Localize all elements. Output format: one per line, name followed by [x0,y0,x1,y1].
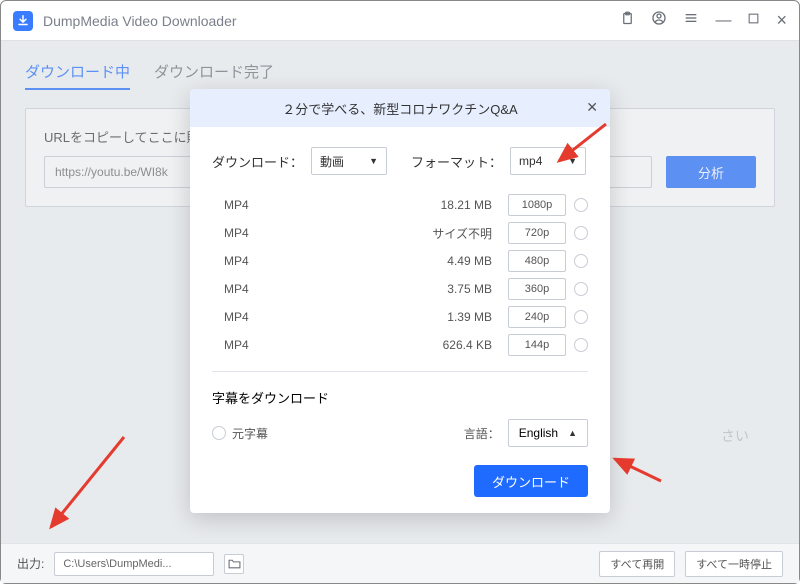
language-label: 言語： [464,425,500,442]
format-select[interactable]: mp4 ▼ [510,147,586,175]
format-radio[interactable] [574,226,588,240]
subtitle-section-title: 字幕をダウンロード [212,388,588,407]
minimize-icon[interactable]: — [715,12,731,30]
format-resolution: 144p [508,334,566,356]
download-type-select[interactable]: 動画 ▼ [311,147,387,175]
format-resolution: 1080p [508,194,566,216]
modal-header: ２分で学べる、新型コロナワクチンQ&A ✕ [190,89,610,127]
format-name: MP4 [212,282,302,296]
download-type-value: 動画 [320,153,344,170]
language-value: English [519,426,558,440]
language-select[interactable]: English ▲ [508,419,588,447]
format-size: 18.21 MB [302,198,508,212]
format-radio[interactable] [574,338,588,352]
pause-all-button[interactable]: すべて一時停止 [685,551,783,577]
resume-all-button[interactable]: すべて再開 [599,551,675,577]
format-resolution: 720p [508,222,566,244]
format-size: 626.4 KB [302,338,508,352]
format-name: MP4 [212,310,302,324]
format-radio[interactable] [574,282,588,296]
format-size: 1.39 MB [302,310,508,324]
subtitle-original-radio[interactable] [212,426,226,440]
format-radio[interactable] [574,310,588,324]
subtitle-original-label: 元字幕 [232,425,268,442]
output-path[interactable]: C:\Users\DumpMedi... [54,552,214,576]
format-size: 4.49 MB [302,254,508,268]
format-value: mp4 [519,154,542,168]
menu-icon[interactable] [683,10,699,31]
format-label: フォーマット： [411,152,502,171]
account-icon[interactable] [651,10,667,31]
titlebar: DumpMedia Video Downloader — × [1,1,799,41]
modal-title: ２分で学べる、新型コロナワクチンQ&A [282,99,517,118]
format-name: MP4 [212,338,302,352]
app-logo-icon [13,11,33,31]
chevron-down-icon: ▼ [568,156,577,166]
maximize-icon[interactable] [747,12,760,30]
format-size: サイズ不明 [302,225,508,242]
modal-overlay: ２分で学べる、新型コロナワクチンQ&A ✕ ダウンロード： 動画 ▼ フォーマッ… [1,41,799,543]
format-radio[interactable] [574,198,588,212]
format-resolution: 240p [508,306,566,328]
format-row: MP4 4.49 MB 480p [212,247,588,275]
folder-icon[interactable] [224,554,244,574]
download-button[interactable]: ダウンロード [474,465,588,497]
format-radio[interactable] [574,254,588,268]
modal-close-icon[interactable]: ✕ [586,99,598,116]
format-row: MP4 626.4 KB 144p [212,331,588,359]
format-row: MP4 サイズ不明 720p [212,219,588,247]
format-name: MP4 [212,226,302,240]
clipboard-icon[interactable] [620,11,635,31]
divider [212,371,588,372]
format-resolution: 480p [508,250,566,272]
output-label: 出力: [17,555,44,572]
format-resolution: 360p [508,278,566,300]
close-icon[interactable]: × [776,10,787,31]
format-name: MP4 [212,198,302,212]
download-type-label: ダウンロード： [212,152,303,171]
chevron-up-icon: ▲ [568,428,577,438]
format-row: MP4 1.39 MB 240p [212,303,588,331]
format-row: MP4 18.21 MB 1080p [212,191,588,219]
download-options-modal: ２分で学べる、新型コロナワクチンQ&A ✕ ダウンロード： 動画 ▼ フォーマッ… [190,89,610,513]
chevron-down-icon: ▼ [369,156,378,166]
app-title: DumpMedia Video Downloader [43,13,620,29]
app-window: DumpMedia Video Downloader — × ダウンロード中 ダ… [0,0,800,584]
format-name: MP4 [212,254,302,268]
footer: 出力: C:\Users\DumpMedi... すべて再開 すべて一時停止 [1,543,799,583]
format-row: MP4 3.75 MB 360p [212,275,588,303]
format-size: 3.75 MB [302,282,508,296]
format-list: MP4 18.21 MB 1080p MP4 サイズ不明 720p MP4 4.… [212,191,588,359]
